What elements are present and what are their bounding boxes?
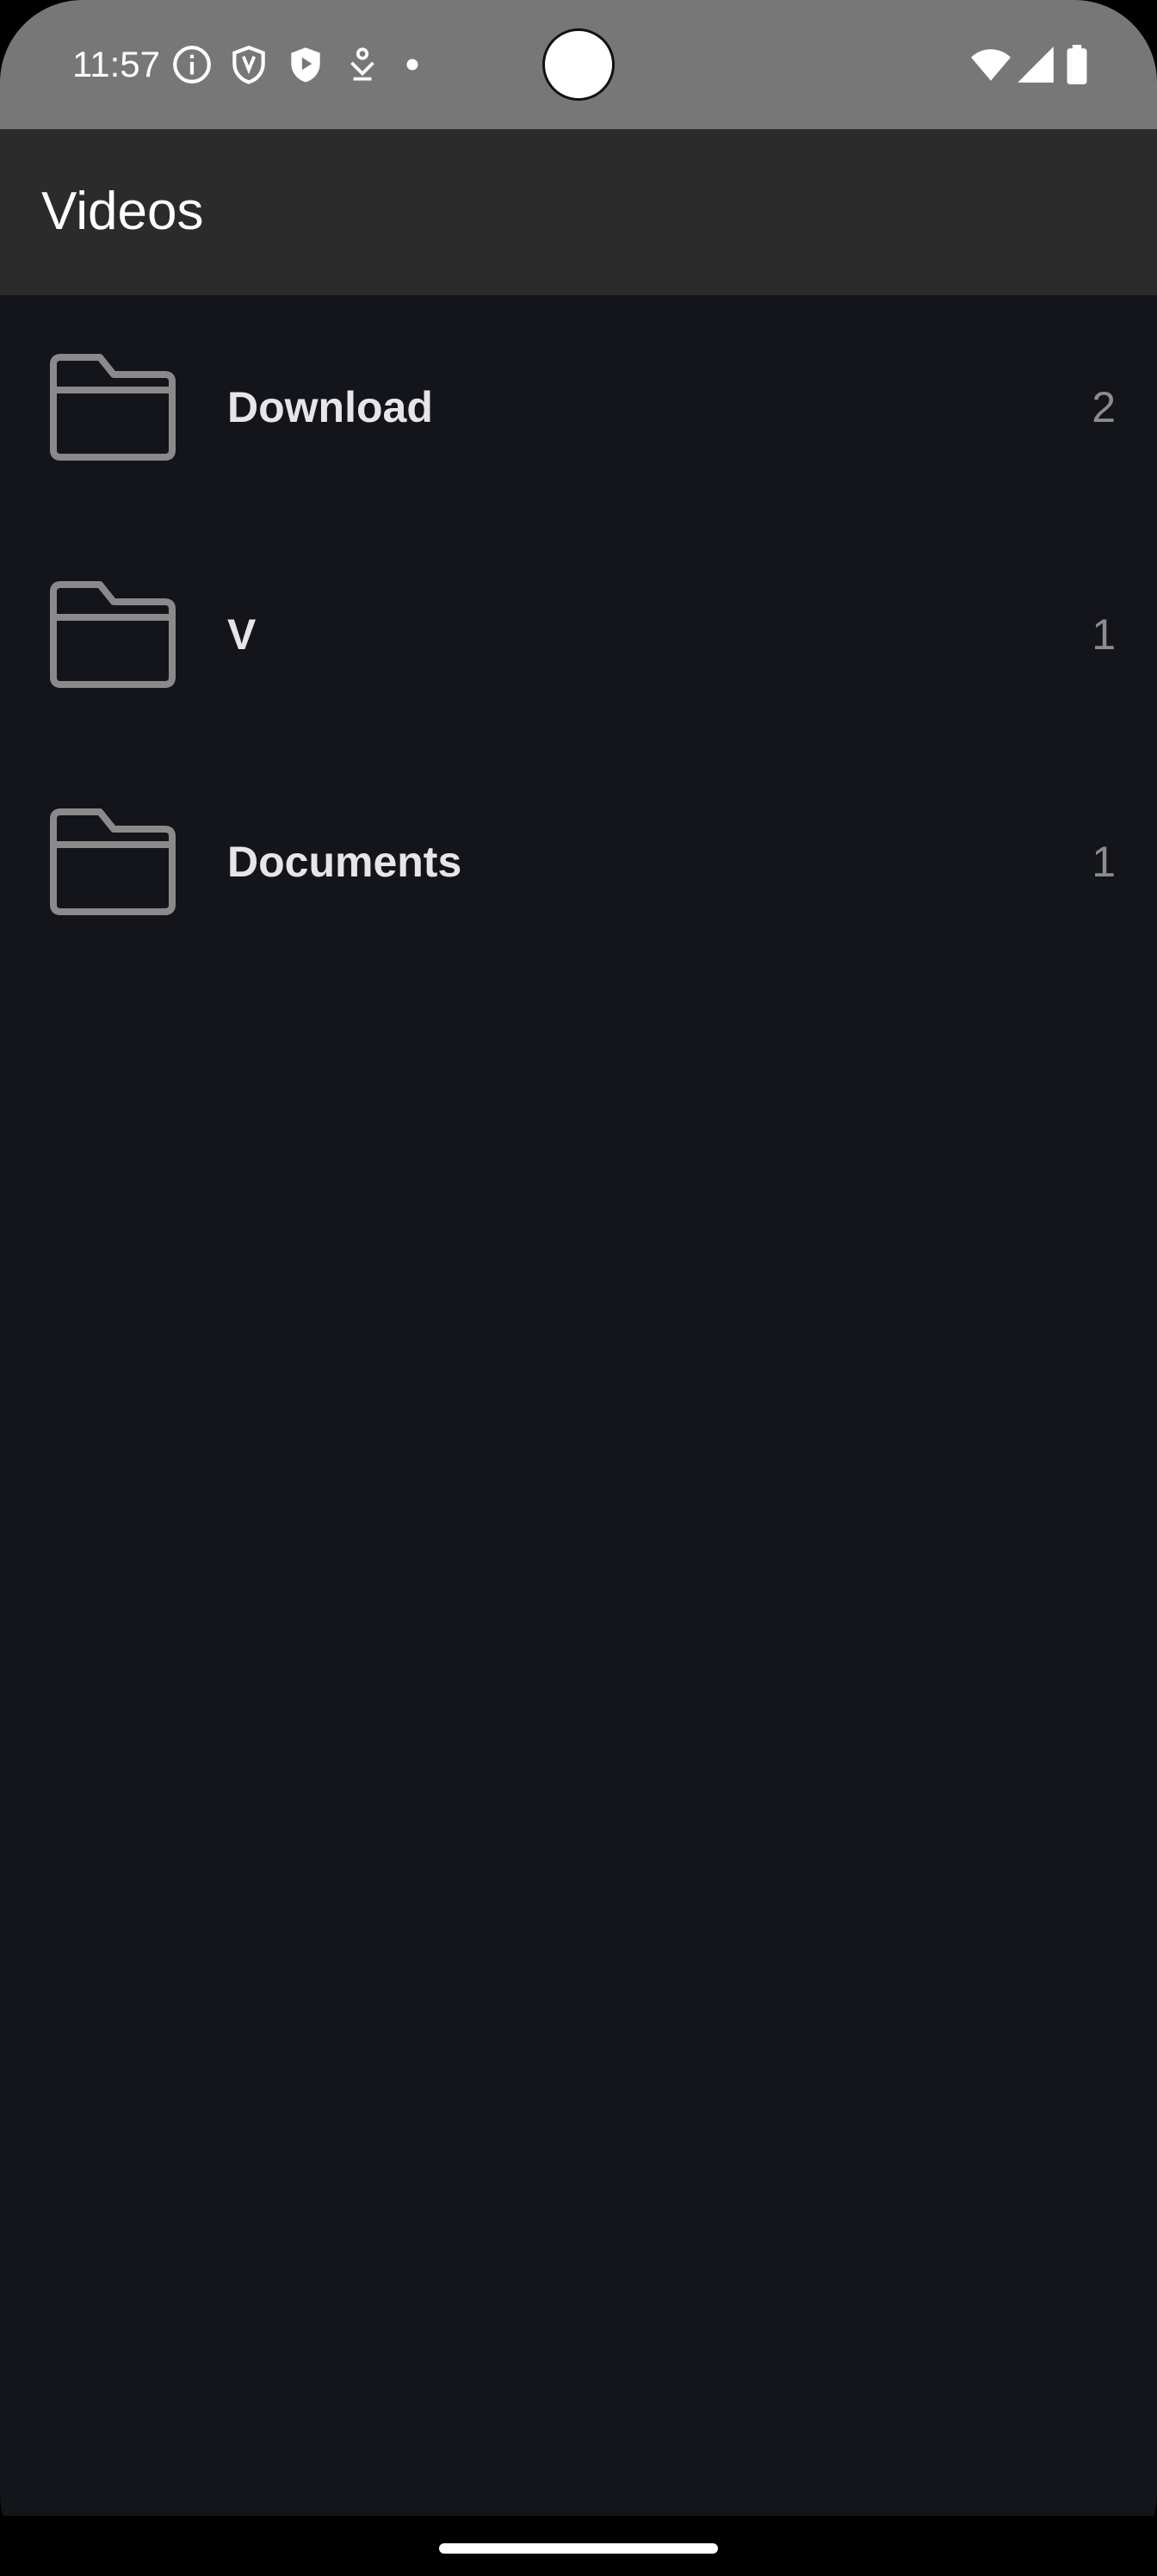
folder-name: V: [227, 610, 257, 659]
home-gesture-handle[interactable]: [439, 2543, 718, 2554]
folder-row-documents[interactable]: Documents 1: [0, 750, 1157, 977]
phone-screen: 11:57 Videos Download 2 V 1 Documents 1: [0, 0, 1157, 2576]
folder-row-v[interactable]: V 1: [0, 523, 1157, 750]
wifi-icon: [968, 43, 1014, 86]
navigation-bar: [0, 2516, 1157, 2576]
info-icon: [170, 43, 213, 86]
notification-dot-icon: [401, 53, 424, 76]
status-time: 11:57: [72, 44, 160, 84]
battery-icon: [1064, 43, 1090, 86]
folder-name: Documents: [227, 838, 462, 886]
shield-icon: [227, 43, 270, 86]
camera-cutout: [542, 28, 615, 101]
download-pin-icon: [341, 43, 384, 86]
folder-count: 1: [1092, 610, 1116, 659]
folder-name: Download: [227, 383, 433, 431]
folder-count: 2: [1092, 383, 1116, 431]
folder-list: Download 2 V 1 Documents 1: [0, 295, 1157, 977]
status-bar: 11:57: [0, 0, 1157, 129]
folder-icon: [48, 807, 177, 917]
page-title: Videos: [41, 182, 204, 241]
cell-signal-icon: [1014, 43, 1057, 86]
folder-icon: [48, 352, 177, 462]
folder-count: 1: [1092, 838, 1116, 886]
play-shield-icon: [284, 43, 327, 86]
folder-icon: [48, 579, 177, 690]
folder-row-download[interactable]: Download 2: [0, 295, 1157, 523]
app-bar: Videos: [0, 129, 1157, 295]
